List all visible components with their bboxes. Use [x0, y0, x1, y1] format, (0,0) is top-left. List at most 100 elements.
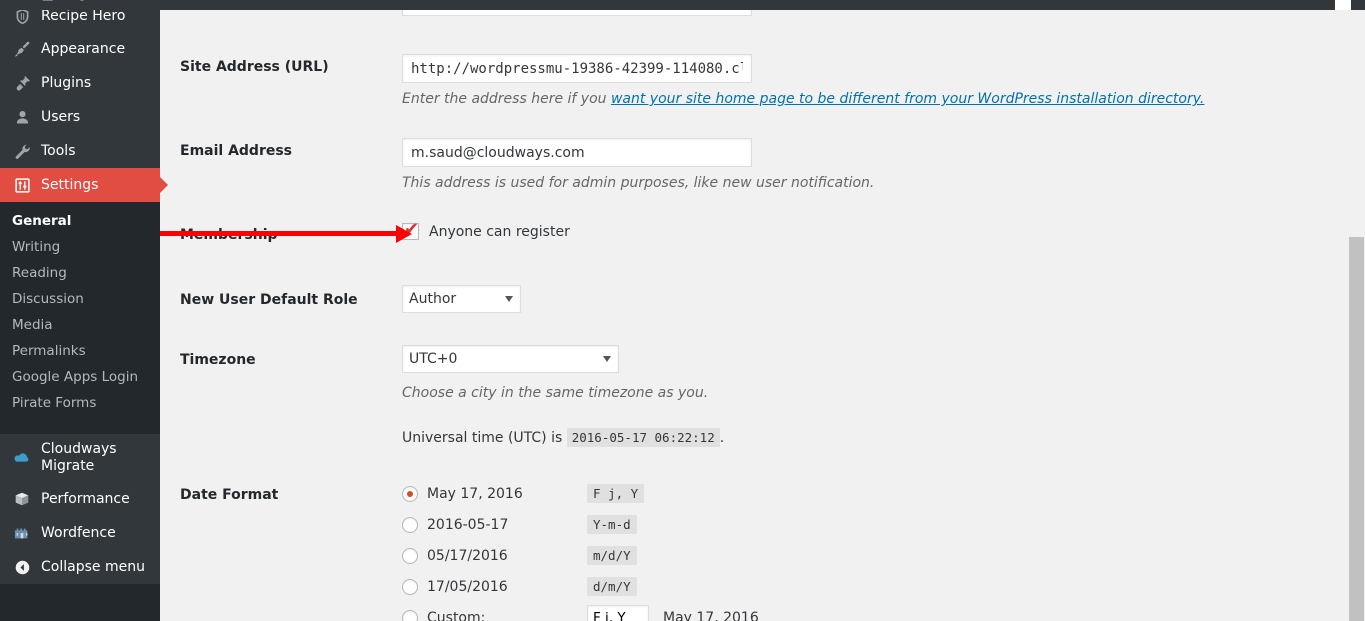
anyone-can-register-row[interactable]: ✔ Anyone can register: [402, 221, 570, 240]
sidebar-subitem-permalinks[interactable]: Permalinks: [0, 338, 160, 364]
date-format-example: 05/17/2016: [427, 547, 508, 564]
universal-time-line: Universal time (UTC) is 2016-05-17 06:22…: [402, 428, 725, 447]
admin-bar-wp-logo[interactable]: ⚛: [8, 0, 20, 3]
sidebar-item-collapse-menu[interactable]: Collapse menu: [0, 550, 160, 584]
wordpress-address-field-cell: [402, 10, 752, 16]
site-address-field-cell: Enter the address here if you want your …: [402, 54, 1204, 110]
membership-field-cell: ✔ Anyone can register: [402, 221, 570, 240]
sidebar-item-wordfence[interactable]: Wordfence: [0, 516, 160, 550]
user-icon: [12, 107, 32, 127]
site-address-input[interactable]: [402, 54, 752, 83]
page-scrollbar-track[interactable]: [1348, 10, 1365, 621]
sidebar-item-label: Collapse menu: [41, 559, 145, 575]
date-format-code: Y-m-d: [587, 515, 637, 534]
site-address-description: Enter the address here if you want your …: [402, 89, 1204, 110]
date-format-code: m/d/Y: [587, 546, 637, 565]
date-format-custom-input[interactable]: [587, 604, 649, 621]
date-format-radio[interactable]: [402, 578, 418, 595]
sidebar-item-cloudways-migrate[interactable]: Cloudways Migrate: [0, 434, 160, 482]
universal-time-suffix: .: [719, 430, 725, 446]
date-format-custom-label: Custom:: [427, 609, 486, 621]
date-format-option[interactable]: 05/17/2016 m/d/Y: [402, 540, 759, 571]
date-format-radio[interactable]: [402, 516, 418, 533]
settings-sliders-icon: [12, 175, 32, 195]
universal-time-prefix: Universal time (UTC) is: [402, 430, 563, 446]
email-address-label: Email Address: [180, 143, 293, 159]
annotation-arrow: [160, 224, 412, 243]
timezone-label: Timezone: [180, 352, 256, 368]
date-format-option[interactable]: 17/05/2016 d/m/Y: [402, 571, 759, 602]
wordpress-address-input[interactable]: [402, 10, 752, 16]
date-format-option[interactable]: May 17, 2016 F j, Y: [402, 478, 759, 509]
plug-icon: [12, 73, 32, 93]
date-format-code: d/m/Y: [587, 577, 637, 596]
sidebar-item-plugins[interactable]: Plugins: [0, 66, 160, 100]
new-user-default-role-field-cell: Author: [402, 285, 521, 313]
anyone-can-register-label: Anyone can register: [429, 223, 570, 240]
timezone-select-wrap[interactable]: UTC+0: [402, 345, 619, 373]
admin-bar-comments[interactable]: ●: [76, 0, 87, 3]
date-format-custom-preview: May 17, 2016: [663, 609, 759, 621]
date-format-field-cell: May 17, 2016 F j, Y 2016-05-17 Y-m-d 05/…: [402, 478, 759, 621]
sidebar-item-label: Cloudways Migrate: [41, 441, 117, 474]
sidebar-item-label: Appearance: [41, 41, 126, 57]
sidebar-item-label: Settings: [41, 177, 99, 193]
date-format-code: F j, Y: [587, 484, 645, 503]
date-format-label: Date Format: [180, 487, 279, 503]
sidebar-item-label: Wordfence: [41, 525, 116, 541]
date-format-custom-option[interactable]: Custom: May 17, 2016: [402, 602, 759, 621]
sidebar-item-users[interactable]: Users: [0, 100, 160, 134]
admin-sidebar: Recipe Hero Appearance Plugins Users Too…: [0, 0, 168, 621]
sidebar-subitem-media[interactable]: Media: [0, 312, 160, 338]
fortress-icon: [12, 523, 32, 543]
site-address-desc-text: Enter the address here if you: [402, 91, 611, 107]
sidebar-secondary-menu: Cloudways Migrate Performance Wordfence …: [0, 434, 160, 584]
sidebar-item-label: Users: [41, 109, 81, 125]
sidebar-item-performance[interactable]: Performance: [0, 482, 160, 516]
sidebar-subitem-discussion[interactable]: Discussion: [0, 286, 160, 312]
universal-time-value: 2016-05-17 06:22:12: [566, 428, 720, 447]
date-format-example: 17/05/2016: [427, 578, 508, 595]
timezone-description: Choose a city in the same timezone as yo…: [402, 385, 709, 401]
date-format-radio[interactable]: [402, 485, 418, 502]
email-field[interactable]: [402, 138, 752, 167]
collapse-arrow-icon: [12, 557, 32, 577]
admin-bar-site-name[interactable]: ■: [42, 0, 54, 3]
site-address-label: Site Address (URL): [180, 59, 329, 75]
sidebar-primary-menu: Recipe Hero Appearance Plugins Users Too…: [0, 0, 168, 584]
sidebar-item-label: Plugins: [41, 75, 92, 91]
admin-bar-new[interactable]: +: [143, 0, 154, 3]
sidebar-item-appearance[interactable]: Appearance: [0, 32, 160, 66]
date-format-custom-radio[interactable]: [402, 609, 418, 621]
date-format-option[interactable]: 2016-05-17 Y-m-d: [402, 509, 759, 540]
page-scrollbar-thumb[interactable]: [1349, 237, 1364, 621]
settings-general-form: Site Address (URL) Enter the address her…: [160, 10, 1365, 621]
avatar[interactable]: [1335, 0, 1351, 10]
date-format-radio[interactable]: [402, 547, 418, 564]
site-home-page-link[interactable]: want your site home page to be different…: [611, 91, 1204, 107]
timezone-field-cell: UTC+0 Choose a city in the same timezone…: [402, 345, 725, 447]
sidebar-subitem-google-apps-login[interactable]: Google Apps Login: [0, 364, 160, 390]
wrench-icon: [12, 141, 32, 161]
new-user-default-role-select[interactable]: Author: [402, 285, 521, 313]
sidebar-subitem-pirate-forms[interactable]: Pirate Forms: [0, 390, 160, 416]
sidebar-subitem-writing[interactable]: Writing: [0, 234, 160, 260]
email-address-field-cell: This address is used for admin purposes,…: [402, 138, 874, 194]
sidebar-item-label: Recipe Hero: [41, 8, 126, 24]
new-user-default-role-label: New User Default Role: [180, 292, 358, 308]
sidebar-item-label: Performance: [41, 491, 130, 507]
admin-bar-updates[interactable]: ↻: [110, 0, 121, 3]
sidebar-subitem-reading[interactable]: Reading: [0, 260, 160, 286]
timezone-select[interactable]: UTC+0: [402, 345, 619, 373]
sidebar-item-settings[interactable]: Settings: [0, 168, 168, 202]
new-user-default-role-select-wrap[interactable]: Author: [402, 285, 521, 313]
email-address-description: This address is used for admin purposes,…: [402, 175, 875, 191]
sidebar-subitem-general[interactable]: General: [0, 208, 160, 234]
date-format-example: 2016-05-17: [427, 516, 509, 533]
date-format-example: May 17, 2016: [427, 485, 523, 502]
paintbrush-icon: [12, 39, 32, 59]
sidebar-item-label: Tools: [41, 143, 76, 159]
wordpress-admin-screen: ⚛ ■ ● ↻ + ▾ Recipe Hero: [0, 0, 1365, 621]
sidebar-item-tools[interactable]: Tools: [0, 134, 160, 168]
settings-submenu: General Writing Reading Discussion Media…: [0, 202, 160, 425]
